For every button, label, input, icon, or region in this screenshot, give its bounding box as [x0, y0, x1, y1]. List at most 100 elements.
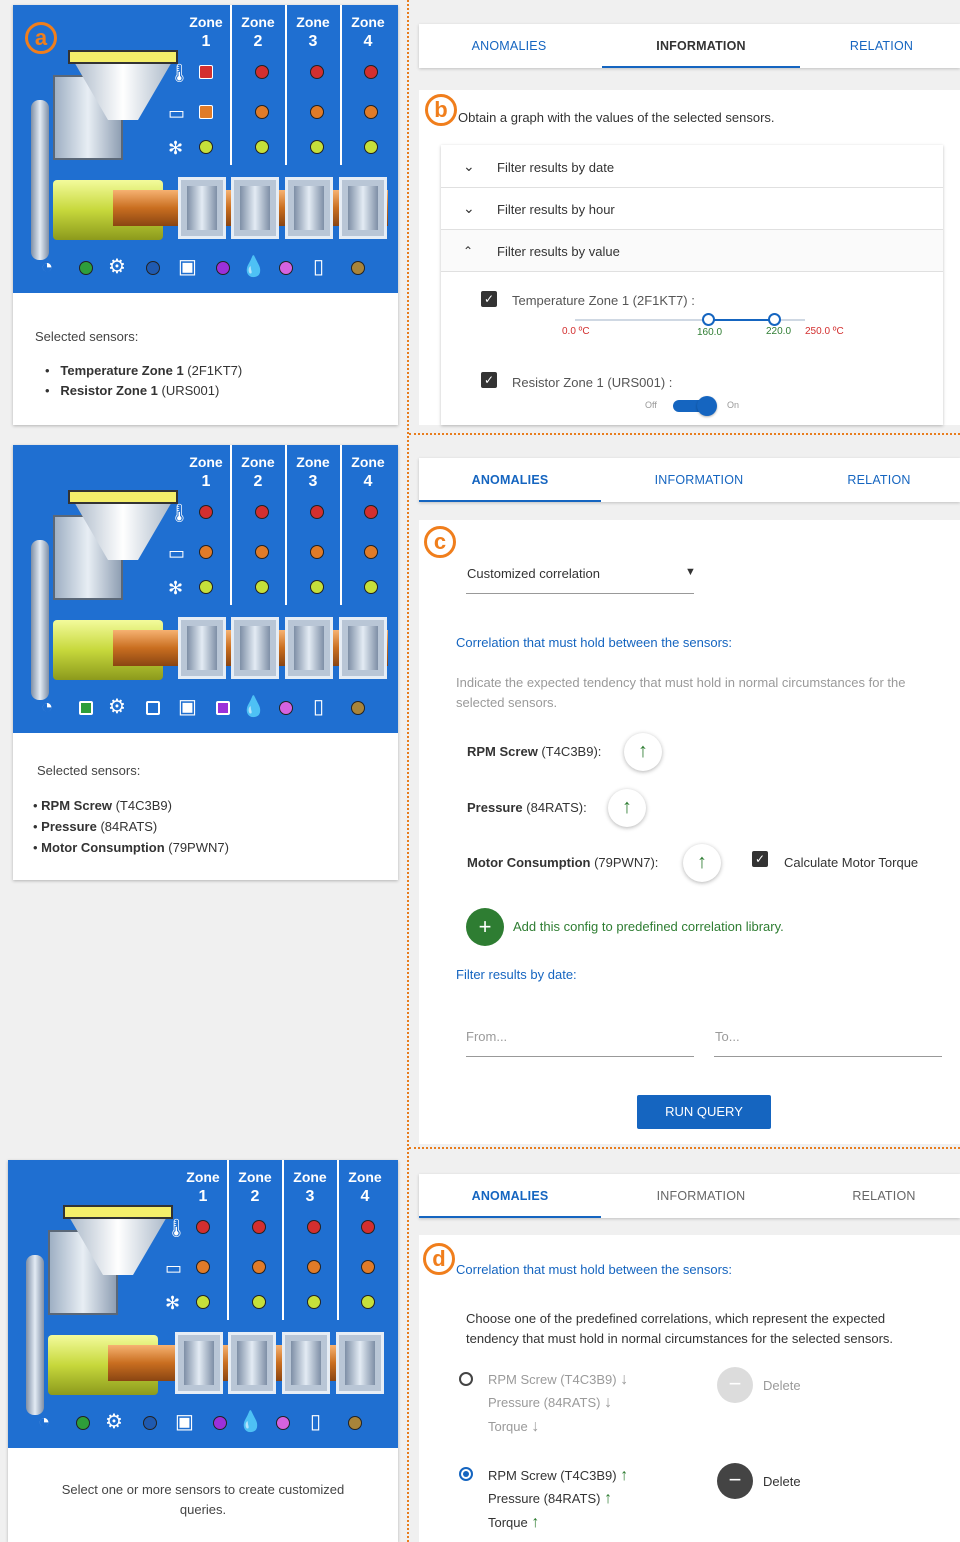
zone-separator	[285, 5, 287, 165]
sensor-indicator[interactable]	[361, 1295, 375, 1309]
sensor-indicator[interactable]	[255, 580, 269, 594]
sensor-indicator[interactable]	[351, 701, 365, 715]
tab-relation[interactable]: RELATION	[839, 458, 919, 502]
sensor-indicator[interactable]	[307, 1295, 321, 1309]
sensor-indicator[interactable]	[199, 105, 213, 119]
sensor-indicator[interactable]	[252, 1260, 266, 1274]
sensor-indicator[interactable]	[76, 1416, 90, 1430]
sensor-indicator[interactable]	[364, 140, 378, 154]
temperature-checkbox[interactable]: ✓	[481, 291, 497, 307]
sensor-indicator[interactable]	[199, 580, 213, 594]
zone-separator	[285, 445, 287, 605]
sensor-indicator[interactable]	[146, 261, 160, 275]
sensor-indicator[interactable]	[255, 505, 269, 519]
sensor-indicator[interactable]	[279, 701, 293, 715]
delete-option-button-disabled[interactable]: −	[717, 1367, 753, 1403]
sensor-indicator[interactable]	[146, 701, 160, 715]
horizontal-divider-1	[409, 433, 960, 435]
sensor-indicator[interactable]	[364, 105, 378, 119]
sensor-indicator[interactable]	[199, 65, 213, 79]
sensor-indicator[interactable]	[364, 505, 378, 519]
heater-band	[178, 177, 226, 239]
sensor-indicator[interactable]	[361, 1220, 375, 1234]
to-date-input[interactable]: To...	[715, 1029, 740, 1044]
from-date-input[interactable]: From...	[466, 1029, 507, 1044]
tab-information[interactable]: INFORMATION	[649, 458, 749, 502]
zone-number: 2	[253, 33, 263, 50]
run-query-button[interactable]: RUN QUERY	[637, 1095, 771, 1129]
tab-relation[interactable]: RELATION	[844, 1174, 924, 1218]
rpm-arrow-up-button[interactable]: ↑	[624, 733, 662, 771]
tab-anomalies[interactable]: ANOMALIES	[419, 1174, 601, 1218]
sensor-indicator[interactable]	[310, 505, 324, 519]
sensor-indicator[interactable]	[255, 65, 269, 79]
tab-anomalies[interactable]: ANOMALIES	[419, 458, 601, 502]
to-date-underline	[714, 1056, 942, 1057]
motor-torque-checkbox[interactable]: ✓	[752, 851, 768, 867]
sensor-indicator[interactable]	[364, 65, 378, 79]
sensor-indicator[interactable]	[143, 1416, 157, 1430]
sensor-indicator[interactable]	[255, 140, 269, 154]
sensor-indicator[interactable]	[364, 580, 378, 594]
tab-relation[interactable]: RELATION	[839, 24, 924, 68]
delete-label[interactable]: Delete	[763, 1474, 801, 1489]
sensor-indicator[interactable]	[310, 545, 324, 559]
filter-value-row[interactable]: ⌃ Filter results by value	[441, 230, 943, 272]
pressure-arrow-up-button[interactable]: ↑	[608, 789, 646, 827]
correlation-option-radio[interactable]	[459, 1467, 473, 1481]
correlation-option-radio[interactable]	[459, 1372, 473, 1386]
sensor-indicator[interactable]	[279, 261, 293, 275]
zone-header-2: Zone 2	[233, 453, 283, 491]
filter-date-row[interactable]: ⌄ Filter results by date	[441, 146, 943, 188]
slider-low-handle[interactable]	[702, 313, 715, 326]
sensor-indicator[interactable]	[199, 140, 213, 154]
sensor-indicator[interactable]	[216, 261, 230, 275]
add-config-button[interactable]: +	[466, 908, 504, 946]
sensor-indicator[interactable]	[307, 1260, 321, 1274]
sensor-indicator[interactable]	[307, 1220, 321, 1234]
slider-max-label: 250.0 ºC	[805, 326, 844, 337]
correlation-select[interactable]: Customized correlation	[467, 566, 600, 581]
conveyor-wheel	[31, 540, 49, 700]
sensor-indicator[interactable]	[348, 1416, 362, 1430]
filter-hour-row[interactable]: ⌄ Filter results by hour	[441, 188, 943, 230]
sensor-indicator[interactable]	[196, 1220, 210, 1234]
sensor-indicator[interactable]	[361, 1260, 375, 1274]
sensor-indicator[interactable]	[310, 65, 324, 79]
delete-label[interactable]: Delete	[763, 1378, 801, 1393]
tab-information[interactable]: INFORMATION	[651, 1174, 751, 1218]
add-config-label[interactable]: Add this config to predefined correlatio…	[513, 919, 784, 934]
gauge-icon: ◔	[41, 696, 54, 718]
sensor-indicator[interactable]	[252, 1220, 266, 1234]
select-underline	[466, 593, 694, 594]
tab-anomalies[interactable]: ANOMALIES	[469, 24, 549, 68]
sensor-indicator[interactable]	[216, 701, 230, 715]
arrow-up-icon: ↑	[531, 1514, 540, 1531]
sensor-indicator[interactable]	[310, 105, 324, 119]
sensor-indicator[interactable]	[79, 261, 93, 275]
delete-option-button[interactable]: −	[717, 1463, 753, 1499]
sensor-indicator[interactable]	[199, 545, 213, 559]
sensor-indicator[interactable]	[310, 580, 324, 594]
sensor-indicator[interactable]	[196, 1295, 210, 1309]
sensor-indicator[interactable]	[252, 1295, 266, 1309]
sensor-indicator[interactable]	[255, 105, 269, 119]
sensor-indicator[interactable]	[310, 140, 324, 154]
resistor-checkbox[interactable]: ✓	[481, 372, 497, 388]
tab-information[interactable]: INFORMATION	[602, 24, 800, 68]
sensor-indicator[interactable]	[199, 505, 213, 519]
slider-min-label: 0.0 ºC	[562, 326, 590, 337]
sensor-indicator[interactable]	[255, 545, 269, 559]
panel-label-c: c	[424, 526, 456, 558]
zone-number: 3	[305, 1188, 315, 1205]
sensor-indicator[interactable]	[79, 701, 93, 715]
sensor-indicator[interactable]	[196, 1260, 210, 1274]
motor-arrow-up-button[interactable]: ↑	[683, 844, 721, 882]
sensor-indicator[interactable]	[276, 1416, 290, 1430]
dropdown-arrow-icon[interactable]: ▼	[685, 566, 696, 578]
slider-high-handle[interactable]	[768, 313, 781, 326]
sensor-indicator[interactable]	[213, 1416, 227, 1430]
resistor-filter-label: Resistor Zone 1 (URS001) :	[512, 375, 673, 390]
sensor-indicator[interactable]	[364, 545, 378, 559]
sensor-indicator[interactable]	[351, 261, 365, 275]
